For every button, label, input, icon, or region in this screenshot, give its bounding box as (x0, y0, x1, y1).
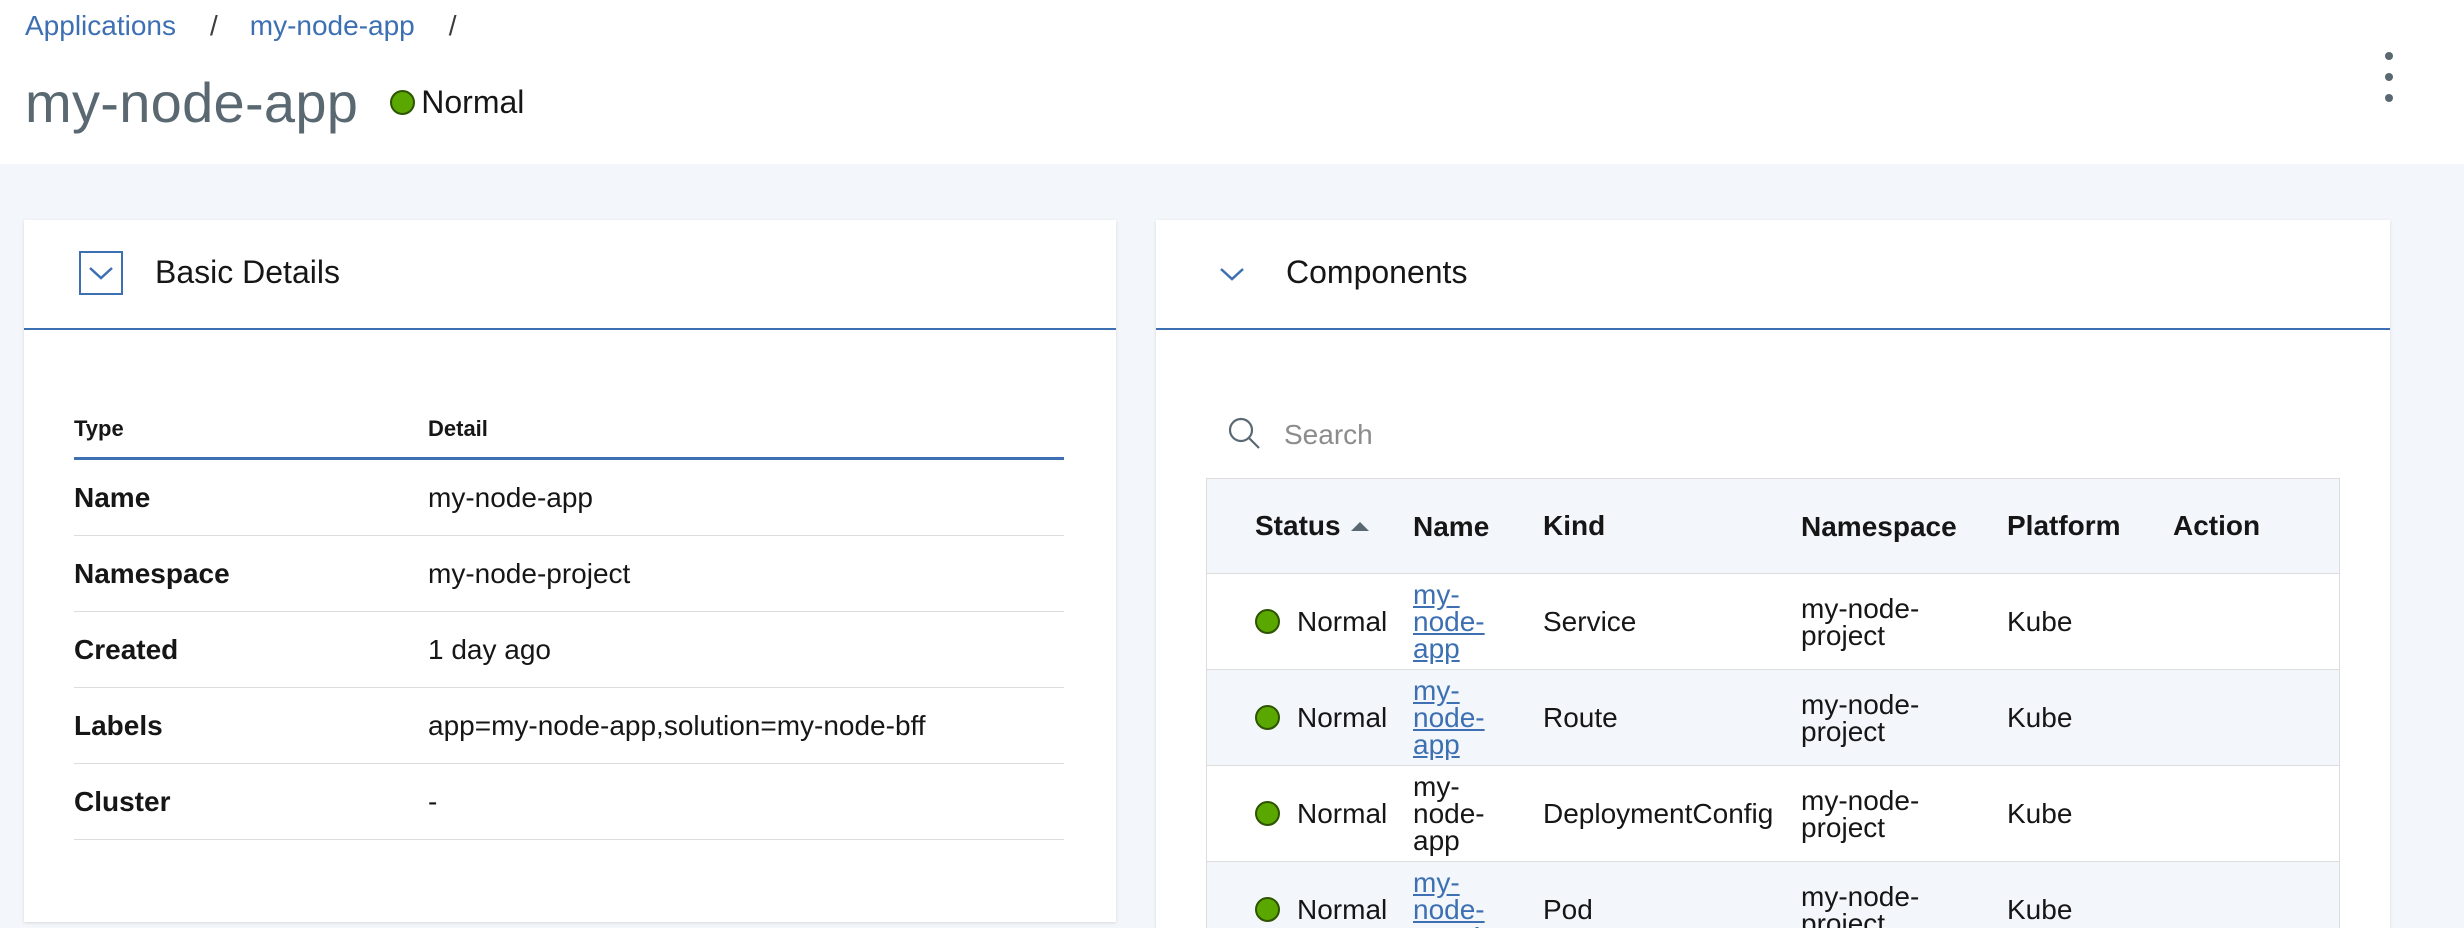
column-header-status-label: Status (1255, 510, 1341, 541)
table-row: Normal my- node- app Service my-node-pro… (1207, 574, 2339, 670)
column-header-namespace[interactable]: Namespace (1801, 479, 1961, 573)
component-kind: Route (1543, 701, 1618, 733)
detail-value: - (428, 785, 438, 817)
detail-type: Created (74, 633, 179, 665)
detail-value: my-node-app (428, 481, 593, 513)
component-name-part: app (1413, 729, 1460, 760)
title-row: my-node-app Normal (25, 70, 524, 135)
row-status-label: Normal (1297, 701, 1388, 733)
row-status: Normal (1255, 574, 1387, 669)
component-name-link[interactable]: my- node- app-1 (1413, 862, 1503, 928)
component-name-link[interactable]: my- node- app (1413, 574, 1503, 669)
namespace-part: project (1801, 715, 1886, 747)
breadcrumb-applications[interactable]: Applications (25, 10, 176, 42)
component-platform: Kube (2007, 701, 2073, 733)
breadcrumb: Applications / my-node-app / (25, 10, 489, 42)
component-namespace: my-node-project (1801, 862, 1961, 928)
basic-details-table: Type Detail Name my-node-app Namespace m… (74, 410, 1064, 840)
table-row: Cluster - (74, 764, 1064, 840)
breadcrumb-my-node-app[interactable]: my-node-app (250, 10, 415, 42)
component-kind: Service (1543, 605, 1637, 637)
basic-details-title: Basic Details (155, 254, 340, 290)
component-name-part: app (1413, 825, 1460, 856)
table-row: Normal my- node- app-1 Pod my-node-proje… (1207, 862, 2339, 928)
breadcrumb-separator: / (209, 10, 218, 41)
namespace-part: project (1801, 811, 1886, 843)
component-namespace: my-node-project (1801, 574, 1961, 669)
basic-details-panel: Basic Details Type Detail Name my-node-a… (24, 220, 1116, 922)
status-normal-icon (390, 90, 416, 115)
page-status: Normal (390, 84, 524, 121)
components-panel: Components Status Name Kind Namespace Pl… (1156, 220, 2390, 928)
component-name-link[interactable]: my- node- app (1413, 670, 1503, 765)
components-header: Components (1156, 220, 2390, 330)
components-table-header: Status Name Kind Namespace Platform Acti… (1207, 478, 2339, 574)
status-normal-icon (1255, 609, 1280, 634)
component-name-part: app (1413, 633, 1460, 664)
component-platform: Kube (2007, 797, 2073, 829)
row-status: Normal (1255, 766, 1387, 861)
detail-type: Cluster (74, 785, 171, 817)
row-status: Normal (1255, 862, 1387, 928)
search-bar (1226, 410, 2326, 460)
components-table: Status Name Kind Namespace Platform Acti… (1206, 478, 2340, 928)
table-row: Created 1 day ago (74, 612, 1064, 688)
table-row: Normal my- node- app DeploymentConfig my… (1207, 766, 2339, 862)
component-namespace: my-node-project (1801, 766, 1961, 861)
table-row: Name my-node-app (74, 460, 1064, 536)
row-status-label: Normal (1297, 797, 1388, 829)
detail-type: Name (74, 481, 151, 513)
component-name: my- node- app (1413, 766, 1503, 861)
detail-value: 1 day ago (428, 633, 551, 665)
component-platform: Kube (2007, 605, 2073, 637)
status-normal-icon (1255, 801, 1280, 826)
sort-ascending-icon (1350, 521, 1369, 531)
basic-details-table-header: Type Detail (74, 410, 1064, 460)
chevron-down-icon[interactable] (1216, 258, 1248, 290)
component-namespace: my-node-project (1801, 670, 1961, 765)
component-name-part: app-1 (1413, 921, 1485, 928)
search-icon (1226, 415, 1262, 456)
component-kind: DeploymentConfig (1543, 797, 1774, 829)
components-title: Components (1286, 254, 1468, 290)
column-header-platform[interactable]: Platform (2007, 479, 2121, 573)
search-input[interactable] (1284, 419, 2184, 451)
detail-value: my-node-project (428, 557, 631, 589)
detail-value: app=my-node-app,solution=my-node-bff (428, 709, 926, 741)
column-header-name[interactable]: Name (1413, 479, 1503, 573)
column-header-action: Action (2173, 510, 2261, 541)
detail-type: Labels (74, 709, 163, 741)
page-header: Applications / my-node-app / my-node-app… (0, 0, 2464, 164)
component-platform: Kube (2007, 893, 2073, 925)
page-status-label: Normal (421, 84, 525, 120)
status-normal-icon (1255, 897, 1280, 922)
row-status-label: Normal (1297, 605, 1388, 637)
table-row: Labels app=my-node-app,solution=my-node-… (74, 688, 1064, 764)
row-status-label: Normal (1297, 893, 1388, 925)
namespace-part: project (1801, 907, 1886, 928)
component-kind: Pod (1543, 893, 1593, 925)
overflow-menu-vertical-icon[interactable] (2376, 52, 2402, 102)
detail-type: Namespace (74, 557, 230, 589)
column-header-detail: Detail (428, 416, 488, 441)
status-normal-icon (1255, 705, 1280, 730)
breadcrumb-separator: / (448, 10, 457, 41)
basic-details-header: Basic Details (24, 220, 1116, 330)
column-header-kind[interactable]: Kind (1543, 479, 1605, 573)
table-row: Normal my- node- app Route my-node-proje… (1207, 670, 2339, 766)
namespace-part: project (1801, 619, 1886, 651)
column-header-type: Type (74, 416, 124, 441)
row-status: Normal (1255, 670, 1387, 765)
chevron-down-icon[interactable] (79, 251, 123, 295)
table-row: Namespace my-node-project (74, 536, 1064, 612)
column-header-status[interactable]: Status (1255, 479, 1369, 573)
page-title: my-node-app (25, 71, 359, 134)
